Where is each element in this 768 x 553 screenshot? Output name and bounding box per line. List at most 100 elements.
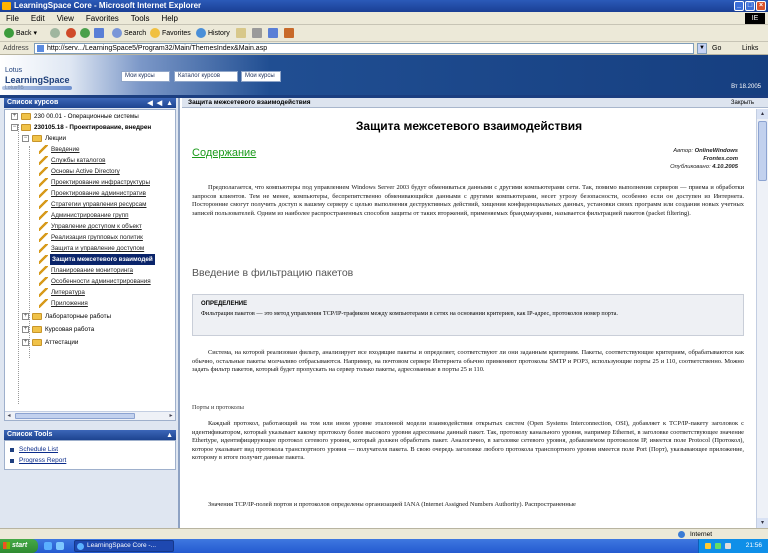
address-input[interactable]: http://serv.../LearningSpace5/Program32/… — [34, 43, 694, 54]
expand-icon[interactable]: + — [22, 313, 29, 320]
pencil-icon — [39, 244, 48, 253]
menu-tools[interactable]: Tools — [125, 12, 156, 25]
mail-button[interactable] — [236, 27, 248, 40]
tree-folder-labs[interactable]: + Лабораторные работы — [5, 311, 175, 322]
scroll-thumb[interactable] — [758, 121, 767, 181]
pencil-icon — [39, 255, 48, 264]
windows-flag-icon — [3, 542, 10, 549]
tools-header: Список Tools ▲ — [4, 430, 176, 440]
tray-icon[interactable] — [705, 543, 711, 549]
tree-item[interactable]: Администрирование групп — [5, 210, 175, 221]
folder-icon — [32, 135, 42, 142]
menu-view[interactable]: View — [51, 12, 80, 25]
scroll-up-icon[interactable]: ▴ — [757, 109, 768, 119]
address-dropdown-button[interactable]: ▼ — [697, 43, 707, 54]
pencil-icon — [39, 145, 48, 154]
tree-item[interactable]: Основы Active Directory — [5, 166, 175, 177]
print-button[interactable] — [252, 27, 264, 40]
scroll-down-icon[interactable]: ▾ — [757, 518, 768, 528]
close-button[interactable]: × — [756, 1, 766, 11]
tray-icon[interactable] — [715, 543, 721, 549]
close-content-link[interactable]: Закрыть — [731, 98, 754, 108]
refresh-icon — [80, 28, 90, 39]
quicklaunch-desktop-icon[interactable] — [56, 542, 64, 550]
scroll-left-icon[interactable]: ◂ — [5, 412, 13, 420]
title-bar: LearningSpace Core - Microsoft Internet … — [0, 0, 768, 12]
forward-button[interactable] — [50, 27, 62, 40]
tab-my-courses-2[interactable]: Мои курсы — [241, 71, 281, 82]
refresh-button[interactable] — [80, 27, 92, 40]
maximize-button[interactable]: □ — [745, 1, 755, 11]
expand-icon[interactable]: + — [22, 326, 29, 333]
star-icon — [150, 28, 160, 39]
menu-file[interactable]: File — [0, 12, 25, 25]
tree-item[interactable]: Особенности администрирования — [5, 276, 175, 287]
tab-my-courses[interactable]: Мои курсы — [121, 71, 170, 82]
paragraph-ports: Каждый протокол, работающий на том или и… — [192, 420, 744, 462]
taskbar-item-learningspace[interactable]: LearningSpace Core -... — [74, 540, 174, 552]
stop-icon — [66, 28, 76, 39]
tree-item[interactable]: Службы каталогов — [5, 155, 175, 166]
pencil-icon — [39, 167, 48, 176]
back-button[interactable]: Back ▾ — [4, 27, 37, 40]
collapse-icon[interactable]: − — [11, 124, 18, 131]
window-title: LearningSpace Core - Microsoft Internet … — [14, 1, 202, 10]
collapse-icon[interactable]: − — [22, 135, 29, 142]
tree-item[interactable]: Проектирование административ — [5, 188, 175, 199]
menu-favorites[interactable]: Favorites — [80, 12, 125, 25]
system-tray: 21:56 — [698, 539, 768, 553]
menu-help[interactable]: Help — [155, 12, 183, 25]
links-button[interactable]: Links — [742, 42, 758, 55]
progress-report-link[interactable]: Progress Report — [19, 457, 66, 464]
expand-icon[interactable]: + — [22, 339, 29, 346]
tree-item[interactable]: Приложения — [5, 298, 175, 309]
tree-course-design[interactable]: − 230105.18 - Проектирование, внедрен — [5, 122, 175, 133]
print-icon — [252, 28, 262, 39]
author-line: Автор: OnlineWindows — [673, 148, 738, 154]
history-button[interactable]: History — [196, 27, 230, 40]
tree-item[interactable]: Стратегии управления ресурсам — [5, 199, 175, 210]
expand-icon[interactable]: + — [11, 113, 18, 120]
stop-button[interactable] — [66, 27, 78, 40]
tree-item[interactable]: Проектирование инфраструктуры — [5, 177, 175, 188]
edit-button[interactable] — [268, 27, 280, 40]
minimize-button[interactable]: _ — [734, 1, 744, 11]
home-button[interactable] — [94, 27, 106, 40]
tree-item[interactable]: Планирование мониторинга — [5, 265, 175, 276]
start-button[interactable]: start — [0, 539, 38, 553]
tree-course-os[interactable]: + 230 00.01 - Операционные системы — [5, 111, 175, 122]
discuss-button[interactable] — [284, 27, 296, 40]
tree-item[interactable]: Реализация групповых политик — [5, 232, 175, 243]
scroll-right-icon[interactable]: ▸ — [167, 412, 175, 420]
search-button[interactable]: Search — [112, 27, 146, 40]
toc-link[interactable]: Содержание — [192, 147, 256, 159]
brand-version: Lotus®5 — [5, 85, 24, 91]
definition-body: Фильтрация пакетов — это метод управлени… — [201, 310, 618, 317]
schedule-list-link[interactable]: Schedule List — [19, 446, 58, 453]
tree-folder-lectures[interactable]: − Лекции — [5, 133, 175, 144]
go-button[interactable]: Go — [712, 42, 721, 55]
tree-folder-attestations[interactable]: + Аттестации — [5, 337, 175, 348]
favorites-button[interactable]: Favorites — [150, 27, 191, 40]
menu-edit[interactable]: Edit — [25, 12, 51, 25]
ie-icon — [2, 2, 11, 10]
tree-item[interactable]: Литература — [5, 287, 175, 298]
tab-course-catalog[interactable]: Каталог курсов — [174, 71, 238, 82]
edit-icon — [268, 28, 278, 39]
pencil-icon — [39, 178, 48, 187]
tree-item[interactable]: Введение — [5, 144, 175, 155]
doc-title: Защита межсетевого взаимодействия — [355, 119, 583, 133]
learningspace-banner: Lotus LearningSpace Lotus®5 Вт 18.2005 — [0, 55, 768, 95]
scroll-thumb[interactable] — [15, 413, 135, 419]
tree-folder-coursework[interactable]: + Курсовая работа — [5, 324, 175, 335]
tree-item-selected[interactable]: Защита межсетевого взаимодей — [5, 254, 175, 265]
pencil-icon — [39, 233, 48, 242]
tray-icon[interactable] — [725, 543, 731, 549]
quicklaunch-ie-icon[interactable] — [44, 542, 52, 550]
pane-controls[interactable]: ◀ ◀ ▲ — [147, 99, 174, 109]
tree-horizontal-scrollbar[interactable]: ◂ ▸ — [5, 411, 175, 420]
content-vertical-scrollbar[interactable]: ▴ ▾ — [756, 109, 768, 528]
tools-panel: Schedule List Progress Report — [4, 440, 176, 470]
tree-item[interactable]: Управление доступом к объект — [5, 221, 175, 232]
tree-item[interactable]: Защита и управление доступом — [5, 243, 175, 254]
